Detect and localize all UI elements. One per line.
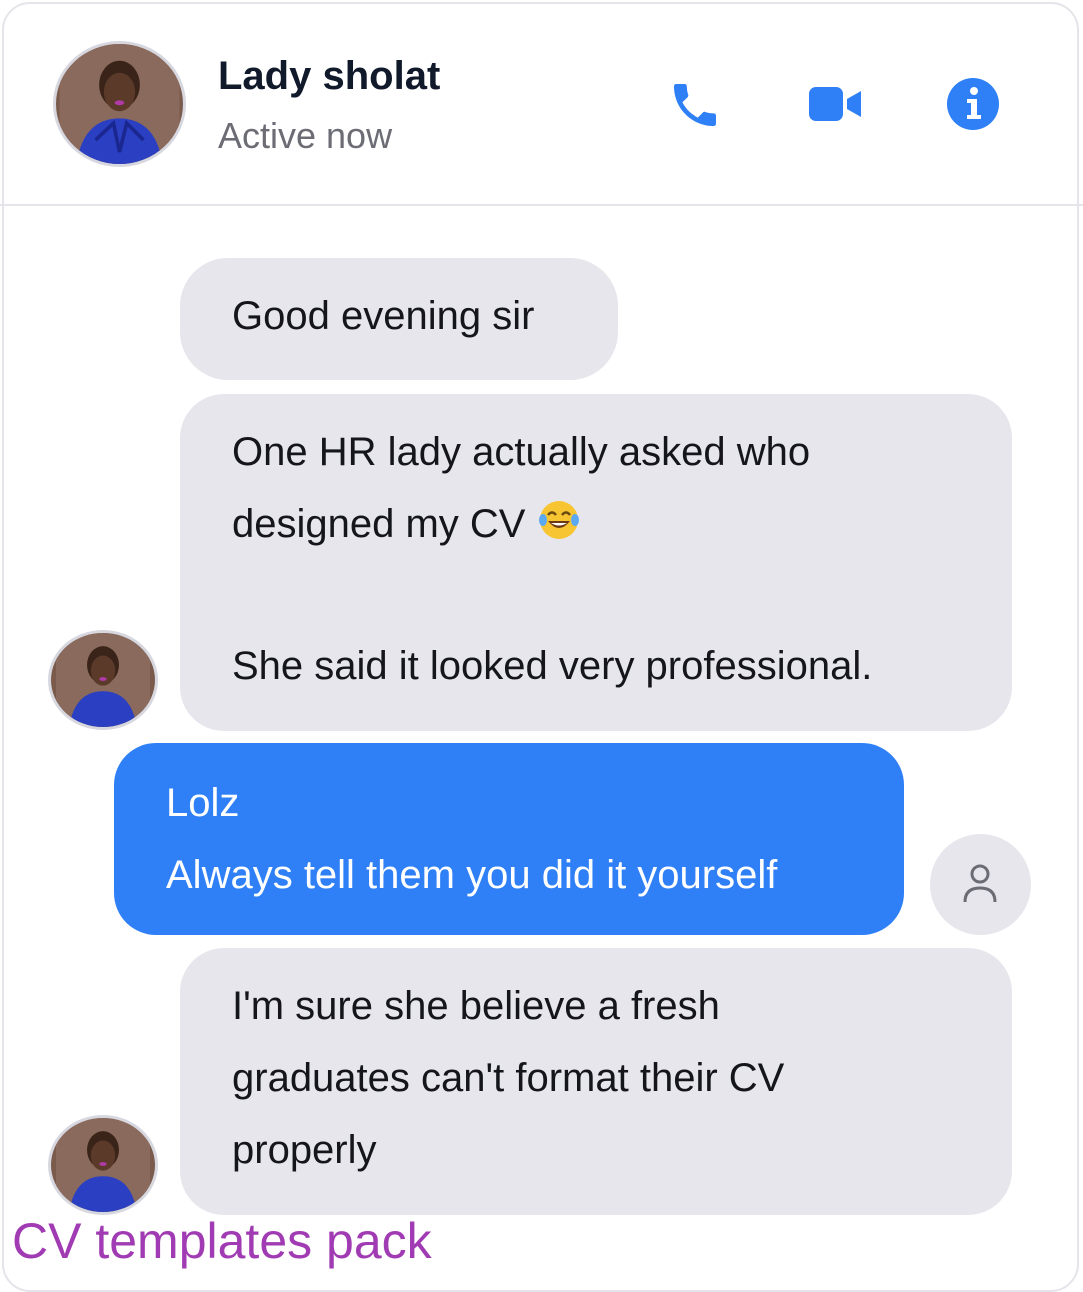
user-icon xyxy=(963,864,997,903)
incoming-message[interactable]: I'm sure she believe a fresh graduates c… xyxy=(180,948,1012,1215)
video-camera-icon[interactable] xyxy=(807,83,865,125)
contact-avatar-small xyxy=(48,1115,158,1215)
contact-name: Lady sholat xyxy=(218,54,441,98)
contact-avatar-small xyxy=(48,630,158,730)
message-text: She said it looked very professional. xyxy=(232,644,873,688)
phone-icon[interactable] xyxy=(665,77,725,133)
info-icon[interactable] xyxy=(945,76,1001,132)
contact-photo xyxy=(56,633,150,727)
contact-photo xyxy=(59,44,180,164)
message-text: One HR lady actually asked who xyxy=(232,430,811,474)
user-avatar xyxy=(930,834,1031,935)
message-text: Good evening sir xyxy=(232,294,535,338)
chat-header: Lady sholat Active now xyxy=(0,0,1083,206)
incoming-message[interactable]: One HR lady actually asked who designed … xyxy=(180,394,1012,731)
contact-status: Active now xyxy=(218,115,393,156)
contact-avatar[interactable] xyxy=(53,41,186,167)
message-text: Always tell them you did it yourself xyxy=(166,853,778,897)
message-text: Lolz xyxy=(166,781,240,825)
message-text-line: designed my CV xyxy=(232,501,581,548)
outgoing-message[interactable]: Lolz Always tell them you did it yoursel… xyxy=(114,743,904,935)
incoming-message[interactable]: Good evening sir xyxy=(180,258,618,380)
watermark-text: CV templates pack xyxy=(12,1213,432,1269)
message-text: I'm sure she believe a fresh xyxy=(232,984,720,1028)
message-text: graduates can't format their CV xyxy=(232,1056,785,1100)
contact-photo xyxy=(56,1118,150,1212)
tears-of-joy-emoji xyxy=(537,498,581,542)
message-text: designed my CV xyxy=(232,502,526,546)
message-text: properly xyxy=(232,1128,377,1172)
